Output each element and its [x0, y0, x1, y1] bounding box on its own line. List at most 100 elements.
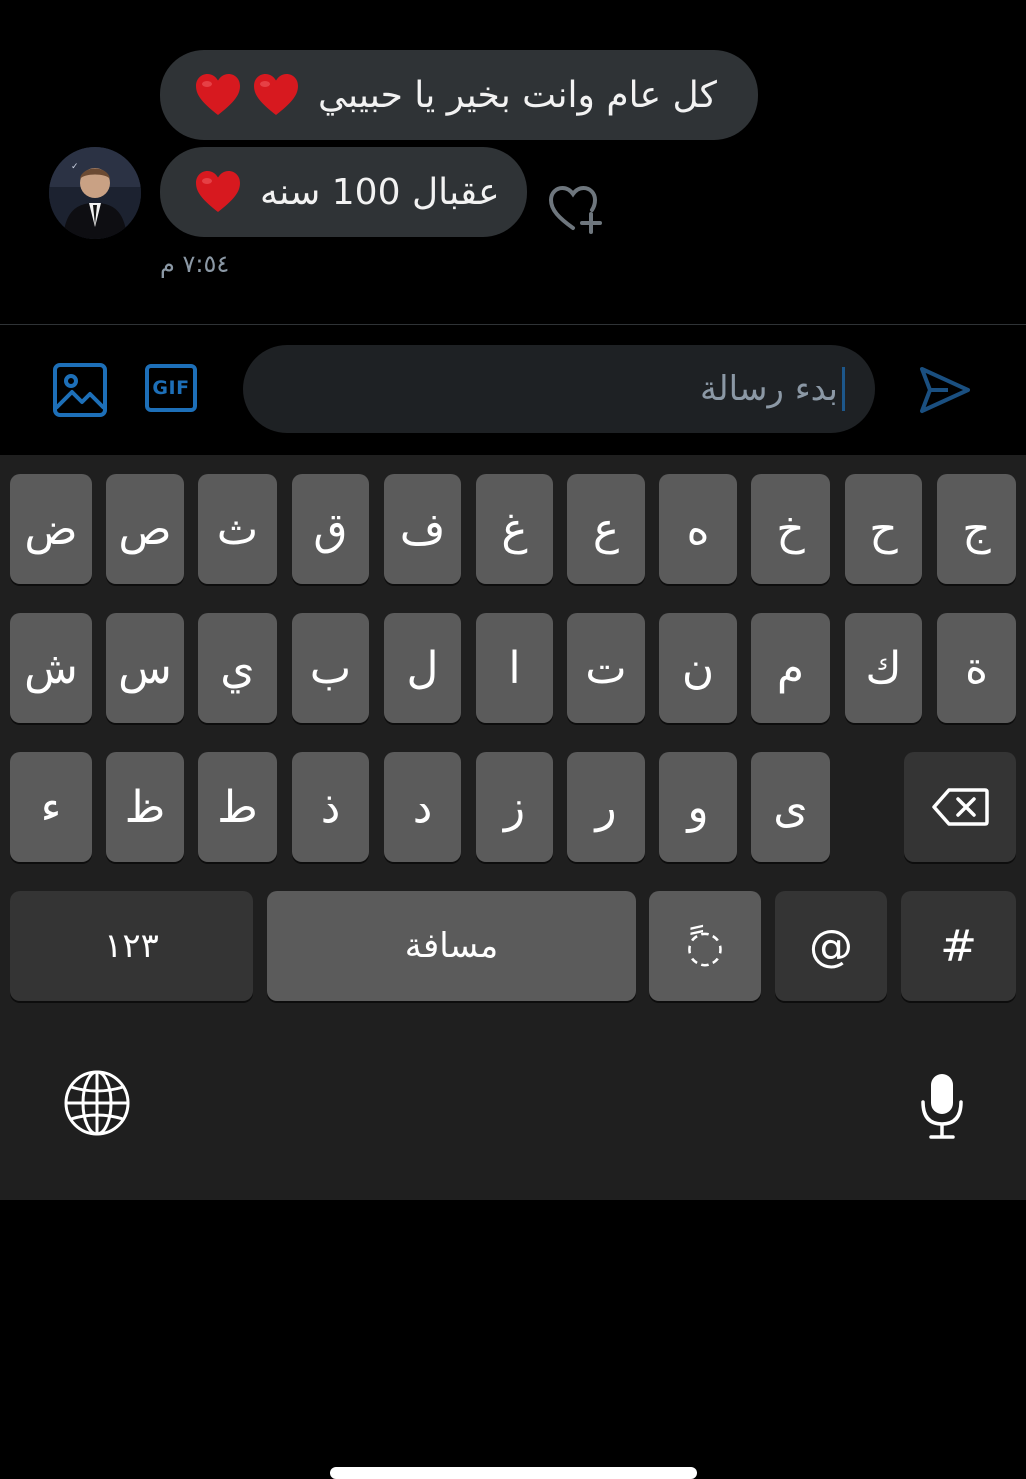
key-qaf[interactable]: ق — [292, 474, 369, 584]
key-label: ث — [216, 503, 259, 555]
avatar[interactable]: ✓ — [49, 147, 141, 239]
message-text: كل عام وانت بخير يا حبيبي — [318, 74, 717, 116]
key-label: ◌ً — [685, 920, 725, 972]
key-alif-maqsura[interactable]: ى — [751, 752, 830, 862]
key-label: @ — [809, 920, 853, 972]
backspace-icon — [932, 788, 989, 826]
key-nun[interactable]: ن — [659, 613, 737, 723]
key-tha[interactable]: ث — [198, 474, 277, 584]
key-waw[interactable]: و — [659, 752, 737, 862]
red-heart-icon — [196, 171, 240, 212]
backspace-key[interactable] — [904, 752, 1016, 862]
key-label: م — [776, 642, 805, 694]
key-mim[interactable]: م — [751, 613, 830, 723]
key-alif[interactable]: ا — [476, 613, 553, 723]
avatar-photo: ✓ — [49, 147, 141, 239]
at-key[interactable]: @ — [775, 891, 887, 1001]
key-lam[interactable]: ل — [384, 613, 461, 723]
key-kaf[interactable]: ك — [845, 613, 922, 723]
red-heart-icon — [196, 74, 240, 115]
key-dad[interactable]: ض — [10, 474, 92, 584]
key-label: ز — [503, 781, 526, 833]
microphone-icon[interactable] — [919, 1072, 965, 1140]
conversation-view: كل عام وانت بخير يا حبيبي ✓ عقبال 100 سن… — [0, 0, 1026, 325]
key-ta[interactable]: ت — [567, 613, 645, 723]
key-label: # — [940, 920, 977, 972]
key-zay[interactable]: ز — [476, 752, 553, 862]
space-key[interactable]: مسافة — [267, 891, 636, 1001]
key-hamza[interactable]: ء — [10, 752, 92, 862]
key-fa[interactable]: ف — [384, 474, 461, 584]
key-label: د — [412, 781, 433, 833]
key-label: ي — [220, 642, 255, 694]
numbers-key[interactable]: ١٢٣ — [10, 891, 253, 1001]
emoji-group — [194, 73, 300, 117]
arabic-keyboard: ض ص ث ق ف غ ع ه خ ح ج ش س ي ب ل ا ت ن م … — [0, 455, 1026, 1479]
message-composer: GIF بدء رسالة — [0, 325, 1026, 455]
key-ghain[interactable]: غ — [476, 474, 553, 584]
globe-icon[interactable] — [63, 1069, 131, 1137]
key-dhal[interactable]: ذ — [292, 752, 369, 862]
key-label: ش — [24, 642, 78, 694]
key-ain[interactable]: ع — [567, 474, 645, 584]
send-icon[interactable] — [918, 365, 972, 415]
key-shin[interactable]: ش — [10, 613, 92, 723]
key-label: ظ — [124, 781, 166, 833]
key-label: ى — [773, 781, 808, 833]
key-label: ط — [217, 781, 258, 833]
message-bubble-1[interactable]: كل عام وانت بخير يا حبيبي — [160, 50, 758, 140]
key-label: ح — [869, 503, 898, 555]
message-input-placeholder: بدء رسالة — [700, 369, 838, 409]
home-indicator — [330, 1467, 697, 1479]
gif-button[interactable]: GIF — [145, 364, 197, 412]
key-label: ن — [681, 642, 715, 694]
key-label: خ — [776, 503, 805, 555]
key-tta[interactable]: ط — [198, 752, 277, 862]
svg-text:✓: ✓ — [71, 162, 79, 172]
key-label: غ — [501, 503, 528, 555]
key-label: ع — [592, 503, 620, 555]
text-caret — [842, 367, 845, 411]
key-label: ق — [313, 503, 348, 555]
key-label: ك — [865, 642, 902, 694]
key-label: و — [687, 781, 709, 833]
key-hha[interactable]: ح — [845, 474, 922, 584]
key-label: ص — [118, 503, 172, 555]
key-label: ف — [399, 503, 446, 555]
key-label: ت — [585, 642, 627, 694]
key-sin[interactable]: س — [106, 613, 184, 723]
tanween-key[interactable]: ◌ً — [649, 891, 761, 1001]
key-ba[interactable]: ب — [292, 613, 369, 723]
message-timestamp: ٧:٥٤ م — [160, 250, 230, 278]
key-ya[interactable]: ي — [198, 613, 277, 723]
message-bubble-2[interactable]: عقبال 100 سنه — [160, 147, 527, 237]
key-sad[interactable]: ص — [106, 474, 184, 584]
key-jim[interactable]: ج — [937, 474, 1016, 584]
key-label: مسافة — [404, 926, 499, 966]
key-label: ب — [309, 642, 352, 694]
key-label: ة — [964, 642, 989, 694]
key-ha[interactable]: ه — [659, 474, 737, 584]
key-label: س — [118, 642, 172, 694]
key-label: ج — [962, 503, 991, 555]
key-label: ا — [508, 642, 521, 694]
key-dha[interactable]: ظ — [106, 752, 184, 862]
key-ra[interactable]: ر — [567, 752, 645, 862]
message-input[interactable]: بدء رسالة — [243, 345, 875, 433]
key-ta-marbuta[interactable]: ة — [937, 613, 1016, 723]
hash-key[interactable]: # — [901, 891, 1016, 1001]
key-label: ل — [406, 642, 439, 694]
heart-plus-icon[interactable] — [547, 180, 605, 234]
message-text: عقبال 100 سنه — [260, 171, 500, 213]
key-label: ء — [40, 781, 62, 833]
key-label: ١٢٣ — [104, 926, 159, 966]
image-icon[interactable] — [52, 362, 108, 418]
key-label: ض — [24, 503, 78, 555]
key-label: ذ — [320, 781, 341, 833]
key-dal[interactable]: د — [384, 752, 461, 862]
key-label: ه — [686, 503, 710, 555]
key-label: ر — [595, 781, 617, 833]
red-heart-icon — [254, 74, 298, 115]
key-kha[interactable]: خ — [751, 474, 830, 584]
emoji-group — [194, 170, 242, 214]
